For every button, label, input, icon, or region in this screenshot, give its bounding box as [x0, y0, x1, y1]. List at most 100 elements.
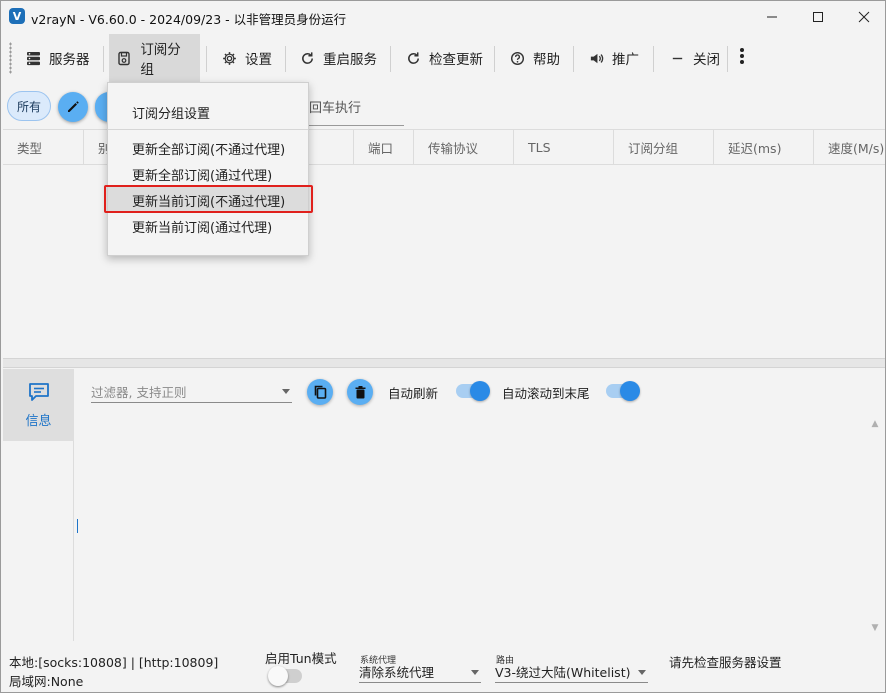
chevron-down-icon[interactable] — [282, 389, 290, 394]
tab-info-label: 信息 — [25, 413, 52, 429]
column-header-latency[interactable]: 延迟(ms) — [713, 130, 813, 164]
chevron-down-icon — [638, 670, 646, 675]
tab-info[interactable]: 信息 — [3, 369, 74, 441]
lan-text: 局域网:None — [9, 674, 84, 689]
maximize-button[interactable] — [795, 1, 841, 33]
chevron-down-icon — [471, 670, 479, 675]
toggle-knob — [620, 381, 640, 401]
toolbar-promotion-button[interactable]: 推广 — [580, 34, 647, 82]
toolbar-divider — [727, 46, 728, 72]
close-window-button[interactable] — [841, 1, 886, 33]
log-output[interactable] — [75, 369, 885, 641]
window-title: v2rayN - V6.60.0 - 2024/09/23 - 以非管理员身份运… — [31, 12, 347, 27]
toolbar-close-button[interactable]: 关闭 — [661, 34, 728, 82]
log-filter-placeholder: 过滤器, 支持正则 — [91, 385, 187, 400]
toggle-knob — [268, 666, 288, 686]
column-header-subscription[interactable]: 订阅分组 — [613, 130, 713, 164]
toolbar-grip[interactable] — [9, 42, 12, 74]
toolbar-item-label: 关闭 — [693, 52, 720, 68]
system-proxy-value: 清除系统代理 — [359, 665, 435, 680]
restart-icon — [299, 50, 315, 66]
auto-refresh-label: 自动刷新 — [388, 386, 439, 401]
help-icon — [509, 50, 525, 66]
status-bar: 本地:[socks:10808] | [http:10809] 局域网:None… — [1, 642, 885, 692]
tun-mode-label: 启用Tun模式 — [265, 651, 337, 666]
auto-scroll-label: 自动滚动到末尾 — [502, 386, 590, 401]
server-search-hint[interactable]: 回车执行 — [309, 97, 361, 116]
toolbar-divider — [390, 46, 391, 72]
toolbar-item-label: 推广 — [612, 52, 639, 68]
clear-log-button[interactable] — [347, 379, 373, 405]
toolbar-divider — [103, 46, 104, 72]
toolbar-help-button[interactable]: 帮助 — [501, 34, 568, 82]
side-tab-rail — [3, 441, 74, 641]
status-message: 请先检查服务器设置 — [669, 655, 782, 670]
toggle-knob — [470, 381, 490, 401]
toolbar-item-label: 检查更新 — [429, 52, 483, 68]
main-toolbar: 服务器 订阅分组 设置 重启服务 检查更新 帮助 推广 关闭 — [1, 34, 885, 82]
pencil-icon — [68, 101, 79, 112]
toolbar-restart-service-button[interactable]: 重启服务 — [291, 34, 385, 82]
menu-item-update-all-via-proxy[interactable]: 更新全部订阅(通过代理) — [108, 161, 308, 187]
scroll-down-icon[interactable]: ▼ — [869, 623, 881, 635]
all-groups-chip[interactable]: 所有 — [7, 91, 51, 121]
menu-item-update-current-via-proxy[interactable]: 更新当前订阅(通过代理) — [108, 213, 308, 239]
column-header-tls[interactable]: TLS — [513, 130, 613, 164]
trash-icon — [355, 385, 365, 398]
speaker-icon — [588, 50, 604, 66]
text-cursor — [77, 519, 78, 533]
toolbar-check-update-button[interactable]: 检查更新 — [397, 34, 491, 82]
log-filter-input[interactable]: 过滤器, 支持正则 — [91, 381, 292, 403]
refresh-icon — [405, 50, 421, 66]
copy-log-button[interactable] — [307, 379, 333, 405]
copy-icon — [314, 385, 326, 399]
routing-value: V3-绕过大陆(Whitelist) — [495, 665, 631, 680]
toolbar-divider — [573, 46, 574, 72]
column-header-type[interactable]: 类型 — [3, 130, 83, 164]
minimize-button[interactable] — [749, 1, 795, 33]
toolbar-item-label: 设置 — [245, 52, 272, 68]
column-header-port[interactable]: 端口 — [353, 130, 413, 164]
toolbar-divider — [206, 46, 207, 72]
server-search-underline — [297, 125, 404, 126]
tun-mode-toggle[interactable] — [268, 666, 302, 686]
edit-group-button[interactable] — [58, 92, 88, 122]
more-vertical-icon — [739, 47, 745, 69]
column-header-transport[interactable]: 传输协议 — [413, 130, 513, 164]
toolbar-item-label: 服务器 — [49, 52, 90, 68]
toolbar-item-label: 帮助 — [533, 52, 560, 68]
gear-icon — [221, 50, 237, 66]
subscription-icon — [117, 50, 132, 66]
local-ports-text: 本地:[socks:10808] | [http:10809] — [9, 655, 219, 670]
message-icon — [28, 382, 50, 406]
title-bar: V v2rayN - V6.60.0 - 2024/09/23 - 以非管理员身… — [1, 1, 885, 33]
app-window: V v2rayN - V6.60.0 - 2024/09/23 - 以非管理员身… — [0, 0, 886, 693]
menu-divider — [108, 129, 308, 130]
system-proxy-select[interactable]: 清除系统代理 — [359, 661, 481, 683]
menu-item-subscription-settings[interactable]: 订阅分组设置 — [108, 99, 308, 125]
maximize-icon — [813, 12, 823, 22]
toolbar-divider — [285, 46, 286, 72]
minus-icon — [669, 50, 685, 66]
v2rayn-logo-icon: V — [9, 8, 25, 24]
panel-splitter[interactable] — [3, 358, 885, 368]
toolbar-servers-button[interactable]: 服务器 — [17, 34, 98, 82]
toolbar-divider — [494, 46, 495, 72]
scroll-up-icon[interactable]: ▲ — [869, 419, 881, 431]
routing-select[interactable]: V3-绕过大陆(Whitelist) — [495, 661, 648, 683]
minimize-icon — [767, 16, 777, 18]
toolbar-settings-button[interactable]: 设置 — [213, 34, 280, 82]
toolbar-more-button[interactable] — [731, 34, 753, 82]
menu-item-update-all-no-proxy[interactable]: 更新全部订阅(不通过代理) — [108, 135, 308, 161]
toolbar-item-label: 订阅分组 — [140, 42, 181, 78]
toolbar-item-label: 重启服务 — [323, 52, 377, 68]
server-icon — [25, 50, 41, 66]
column-header-speed[interactable]: 速度(M/s) — [813, 130, 885, 164]
toolbar-subscription-group-button[interactable]: 订阅分组 — [109, 34, 200, 82]
auto-scroll-toggle[interactable] — [606, 381, 640, 401]
subscription-group-menu: 订阅分组设置 更新全部订阅(不通过代理) 更新全部订阅(通过代理) 更新当前订阅… — [107, 82, 309, 256]
toolbar-divider — [653, 46, 654, 72]
auto-refresh-toggle[interactable] — [456, 381, 490, 401]
annotation-highlight-box — [104, 185, 313, 213]
close-icon — [858, 11, 870, 23]
